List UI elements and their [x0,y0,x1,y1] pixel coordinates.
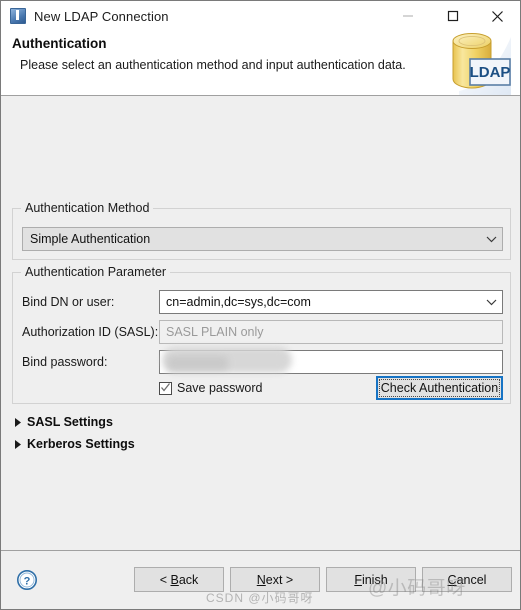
chevron-down-icon[interactable] [480,299,502,306]
authentication-parameter-group-title: Authentication Parameter [21,265,171,279]
authentication-method-select[interactable]: Simple Authentication [22,227,503,251]
ldap-icon-label: LDAP [470,64,511,81]
window-title: New LDAP Connection [34,8,169,24]
title-bar: New LDAP Connection [1,1,520,31]
page-description: Please select an authentication method a… [20,58,406,72]
authorization-id-label: Authorization ID (SASL): [22,325,159,339]
authentication-method-value: Simple Authentication [30,232,151,246]
checkbox-box [159,381,172,395]
back-button-label: < Back [159,572,199,587]
wizard-content: Authentication Method Simple Authenticat… [1,96,520,550]
authorization-id-placeholder: SASL PLAIN only [166,325,264,339]
chevron-down-icon [480,236,502,243]
next-button[interactable]: Next > [230,567,320,592]
dialog-window: New LDAP Connection Authentication Pleas… [0,0,521,610]
authentication-parameter-group: Authentication Parameter Bind DN or user… [12,265,511,404]
finish-button-label: Finish [354,572,388,587]
cancel-button[interactable]: Cancel [422,567,512,592]
svg-text:?: ? [24,575,31,587]
password-redaction-overlay-2 [168,356,228,370]
authorization-id-input: SASL PLAIN only [159,320,503,344]
ldap-database-icon: LDAP [452,33,511,95]
sasl-settings-label: SASL Settings [27,415,113,429]
back-button[interactable]: < Back [134,567,224,592]
ldap-app-icon [10,8,26,24]
save-password-checkbox[interactable]: Save password [159,381,262,395]
check-authentication-label: Check Authentication [380,381,499,395]
save-password-label: Save password [177,381,263,395]
finish-button[interactable]: Finish [326,567,416,592]
help-icon[interactable]: ? [16,569,38,591]
kerberos-settings-label: Kerberos Settings [27,437,135,451]
bind-dn-label: Bind DN or user: [22,295,115,309]
kerberos-settings-section[interactable]: Kerberos Settings [12,437,135,451]
bind-dn-input[interactable]: cn=admin,dc=sys,dc=com [159,290,503,314]
next-button-label: Next > [256,572,294,587]
wizard-header: Authentication Please select an authenti… [1,31,520,96]
close-icon[interactable] [475,1,520,31]
minimize-icon[interactable] [385,1,430,31]
chevron-right-icon [12,439,23,449]
bind-password-label: Bind password: [22,355,108,369]
maximize-icon[interactable] [430,1,475,31]
cancel-button-label: Cancel [447,572,487,587]
authentication-method-group: Authentication Method Simple Authenticat… [12,201,511,260]
sasl-settings-section[interactable]: SASL Settings [12,415,113,429]
check-authentication-button[interactable]: Check Authentication [376,376,503,400]
authentication-method-group-title: Authentication Method [21,201,154,215]
window-controls [385,1,520,31]
bind-dn-value: cn=admin,dc=sys,dc=com [166,295,311,309]
page-title: Authentication [12,36,107,51]
chevron-right-icon [12,417,23,427]
